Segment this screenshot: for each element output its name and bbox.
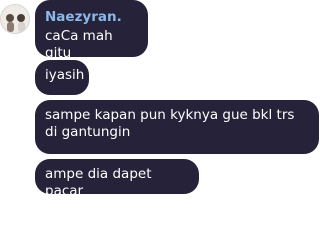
avatar-photo-icon bbox=[1, 5, 29, 33]
message-bubble-4[interactable]: ampe dia dapet pacar bbox=[35, 159, 199, 199]
message-text: sampe kapan pun kyknya gue bkl trs di ga… bbox=[45, 107, 295, 140]
sender-avatar[interactable] bbox=[0, 4, 30, 34]
message-bubble-3[interactable]: sampe kapan pun kyknya gue bkl trs di ga… bbox=[35, 100, 319, 154]
sender-name[interactable]: Naezyran. bbox=[45, 9, 138, 26]
message-text: caCa mah gitu bbox=[45, 28, 113, 61]
message-text: iyasih bbox=[45, 67, 85, 83]
message-bubble-2[interactable]: iyasih bbox=[35, 60, 89, 95]
message-bubble-1[interactable]: Naezyran. caCa mah gitu bbox=[35, 0, 148, 61]
message-text: ampe dia dapet pacar bbox=[45, 166, 152, 199]
